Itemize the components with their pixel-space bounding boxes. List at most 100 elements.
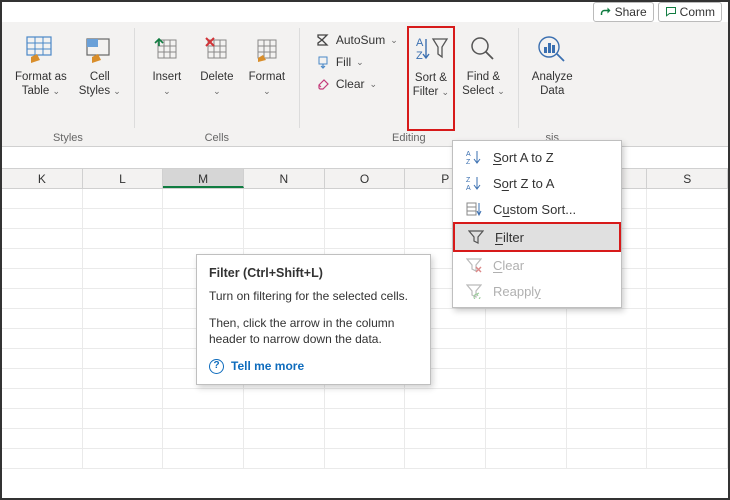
cell[interactable]: [163, 189, 244, 208]
cell[interactable]: [486, 329, 567, 348]
autosum-button[interactable]: AutoSum ⌄: [308, 30, 405, 50]
cell[interactable]: [325, 209, 406, 228]
cell[interactable]: [486, 449, 567, 468]
table-row[interactable]: [2, 429, 728, 449]
cell[interactable]: [244, 449, 325, 468]
format-as-table-button[interactable]: Format as Table ⌄: [10, 26, 72, 131]
cell[interactable]: [163, 429, 244, 448]
cell[interactable]: [647, 249, 728, 268]
share-button[interactable]: Share: [593, 2, 654, 22]
cell[interactable]: [2, 209, 83, 228]
clear-button[interactable]: Clear ⌄: [308, 74, 405, 94]
cell[interactable]: [647, 349, 728, 368]
cell[interactable]: [647, 229, 728, 248]
cell[interactable]: [83, 209, 164, 228]
cell[interactable]: [2, 389, 83, 408]
cell[interactable]: [2, 309, 83, 328]
cell[interactable]: [567, 389, 648, 408]
cell[interactable]: [83, 429, 164, 448]
cell[interactable]: [2, 369, 83, 388]
cell[interactable]: [405, 449, 486, 468]
cell[interactable]: [567, 449, 648, 468]
find-select-button[interactable]: Find & Select ⌄: [457, 26, 510, 131]
cell[interactable]: [405, 429, 486, 448]
cell[interactable]: [2, 189, 83, 208]
cell[interactable]: [486, 389, 567, 408]
cell[interactable]: [647, 269, 728, 288]
cell[interactable]: [2, 409, 83, 428]
cell[interactable]: [2, 289, 83, 308]
cell[interactable]: [405, 389, 486, 408]
cell[interactable]: [647, 329, 728, 348]
column-header-S[interactable]: S: [647, 169, 728, 188]
cell[interactable]: [325, 409, 406, 428]
fill-button[interactable]: Fill ⌄: [308, 52, 405, 72]
cell[interactable]: [2, 249, 83, 268]
cell[interactable]: [567, 369, 648, 388]
cell[interactable]: [83, 189, 164, 208]
cell[interactable]: [83, 229, 164, 248]
cell[interactable]: [244, 229, 325, 248]
cell[interactable]: [647, 369, 728, 388]
cell[interactable]: [647, 409, 728, 428]
cell[interactable]: [244, 189, 325, 208]
cell[interactable]: [325, 429, 406, 448]
cell[interactable]: [567, 309, 648, 328]
cell[interactable]: [2, 329, 83, 348]
comments-button[interactable]: Comm: [658, 2, 722, 22]
cell[interactable]: [325, 189, 406, 208]
cell[interactable]: [163, 209, 244, 228]
delete-button[interactable]: Delete⌄: [193, 26, 241, 131]
cell[interactable]: [405, 409, 486, 428]
cell[interactable]: [83, 389, 164, 408]
table-row[interactable]: [2, 389, 728, 409]
menu-sort-az[interactable]: AZ Sort A to Z: [453, 144, 621, 170]
cell[interactable]: [567, 329, 648, 348]
cell[interactable]: [647, 449, 728, 468]
cell[interactable]: [83, 349, 164, 368]
cell[interactable]: [2, 429, 83, 448]
cell[interactable]: [486, 309, 567, 328]
cell[interactable]: [83, 269, 164, 288]
column-header-M[interactable]: M: [163, 169, 244, 188]
cell[interactable]: [2, 349, 83, 368]
cell[interactable]: [647, 429, 728, 448]
cell[interactable]: [647, 209, 728, 228]
table-row[interactable]: [2, 449, 728, 469]
cell[interactable]: [163, 229, 244, 248]
column-header-N[interactable]: N: [244, 169, 325, 188]
cell[interactable]: [567, 409, 648, 428]
insert-button[interactable]: Insert⌄: [143, 26, 191, 131]
cell[interactable]: [83, 329, 164, 348]
table-row[interactable]: [2, 409, 728, 429]
menu-custom-sort[interactable]: Custom Sort...: [453, 196, 621, 222]
cell[interactable]: [2, 229, 83, 248]
cell[interactable]: [83, 309, 164, 328]
menu-filter[interactable]: Filter: [453, 222, 621, 252]
cell[interactable]: [244, 409, 325, 428]
column-header-L[interactable]: L: [83, 169, 164, 188]
cell[interactable]: [2, 269, 83, 288]
cell[interactable]: [244, 209, 325, 228]
cell[interactable]: [647, 309, 728, 328]
cell[interactable]: [83, 249, 164, 268]
cell[interactable]: [486, 349, 567, 368]
tell-me-more-link[interactable]: ? Tell me more: [209, 358, 418, 375]
cell[interactable]: [486, 369, 567, 388]
cell[interactable]: [244, 389, 325, 408]
sort-filter-button[interactable]: AZ Sort & Filter ⌄: [407, 26, 455, 131]
cell[interactable]: [325, 229, 406, 248]
cell[interactable]: [486, 409, 567, 428]
cell[interactable]: [2, 449, 83, 468]
cell[interactable]: [325, 449, 406, 468]
cell[interactable]: [647, 389, 728, 408]
cell[interactable]: [647, 289, 728, 308]
cell[interactable]: [83, 369, 164, 388]
format-button[interactable]: Format⌄: [243, 26, 291, 131]
column-header-K[interactable]: K: [2, 169, 83, 188]
cell[interactable]: [163, 409, 244, 428]
cell-styles-button[interactable]: Cell Styles ⌄: [74, 26, 126, 131]
cell[interactable]: [244, 429, 325, 448]
analyze-data-button[interactable]: Analyze Data: [527, 26, 578, 131]
cell[interactable]: [325, 389, 406, 408]
